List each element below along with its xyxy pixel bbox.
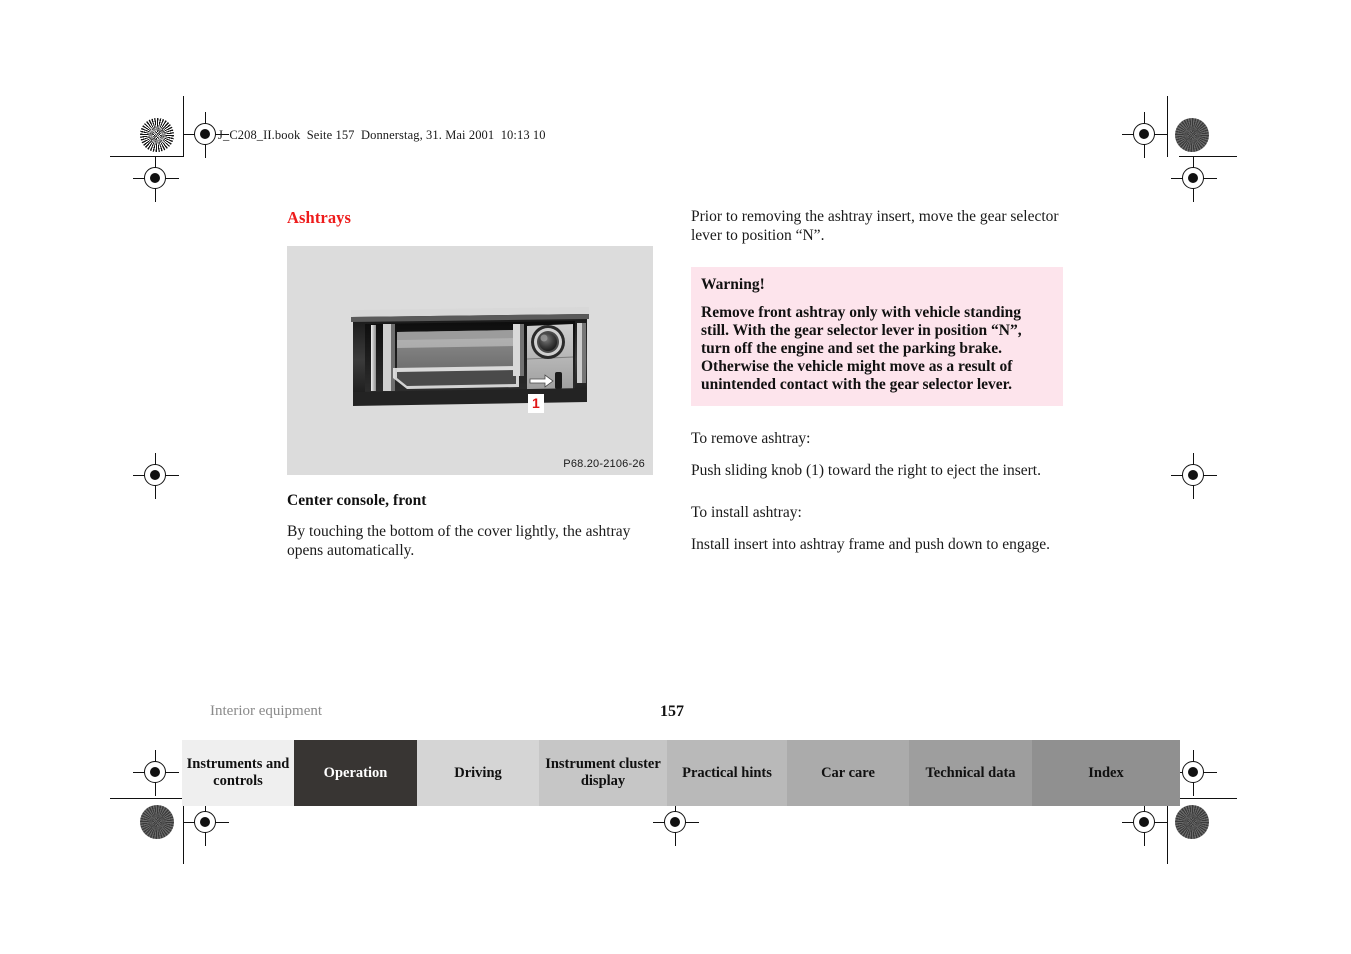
ashtray-illustration [351, 307, 589, 406]
chapter-tab-operation[interactable]: Operation [294, 740, 417, 806]
halftone-star-target-top-left [140, 118, 174, 152]
file-slug: J_C208_II.book Seite 157 Donnerstag, 31.… [218, 128, 546, 142]
registration-mark-bottom-left [183, 800, 229, 846]
figure-callout-1: 1 [528, 394, 544, 413]
ashtray-figure: 1 P68.20-2106-26 [287, 246, 653, 475]
printed-page: J_C208_II.book Seite 157 Donnerstag, 31.… [0, 0, 1351, 954]
left-column: Ashtrays 1 P68.20-2106-26 Center console… [287, 208, 653, 560]
footer-page-number: 157 [660, 703, 684, 720]
crop-line-bottom-right [1179, 798, 1237, 799]
remove-heading: To remove ashtray: [691, 430, 811, 447]
warning-title: Warning! [701, 276, 765, 293]
registration-mark-left-lower [133, 750, 179, 796]
intro-paragraph: Prior to removing the ashtray insert, mo… [691, 208, 1059, 244]
chapter-tab-technical-data[interactable]: Technical data [909, 740, 1032, 806]
registration-mark-right-middle [1171, 453, 1217, 499]
page-footer: Interior equipment 157 [210, 703, 1180, 725]
registration-mark-bottom-center [653, 800, 699, 846]
registration-mark-bottom-right [1122, 800, 1168, 846]
footer-section-label: Interior equipment [210, 703, 323, 719]
chapter-tab-instrument-cluster-display[interactable]: Instrument cluster display [539, 740, 667, 806]
registration-mark-top-right [1122, 112, 1168, 158]
figure-caption-title: Center console, front [287, 492, 427, 509]
registration-mark-left-middle [133, 453, 179, 499]
warning-box: Warning! Remove front ashtray only with … [691, 267, 1063, 406]
remove-text: Push sliding knob (1) toward the right t… [691, 461, 1041, 479]
right-column: Prior to removing the ashtray insert, mo… [691, 208, 1063, 554]
install-heading: To install ashtray: [691, 504, 802, 521]
crop-line-bottom-left [110, 798, 184, 799]
registration-mark-right-upper [1171, 156, 1217, 202]
figure-id: P68.20-2106-26 [563, 458, 645, 470]
page-title: Ashtrays [287, 208, 352, 227]
chapter-tab-bar: Instruments and controls Operation Driving… [182, 740, 1180, 806]
chapter-tab-practical-hints[interactable]: Practical hints [667, 740, 787, 806]
figure-caption-text: By touching the bottom of the cover ligh… [287, 523, 631, 559]
chapter-tab-index[interactable]: Index [1032, 740, 1180, 806]
chapter-tab-driving[interactable]: Driving [417, 740, 539, 806]
chapter-tab-instruments-and-controls[interactable]: Instruments and controls [182, 740, 294, 806]
warning-text: Remove front ashtray only with vehicle s… [701, 304, 1022, 393]
registration-mark-left-upper [133, 156, 179, 202]
halftone-star-target-top-right [1175, 118, 1209, 152]
install-text: Install insert into ashtray frame and pu… [691, 535, 1050, 553]
halftone-star-target-bottom-left [140, 805, 174, 839]
halftone-star-target-bottom-right [1175, 805, 1209, 839]
chapter-tab-car-care[interactable]: Car care [787, 740, 909, 806]
